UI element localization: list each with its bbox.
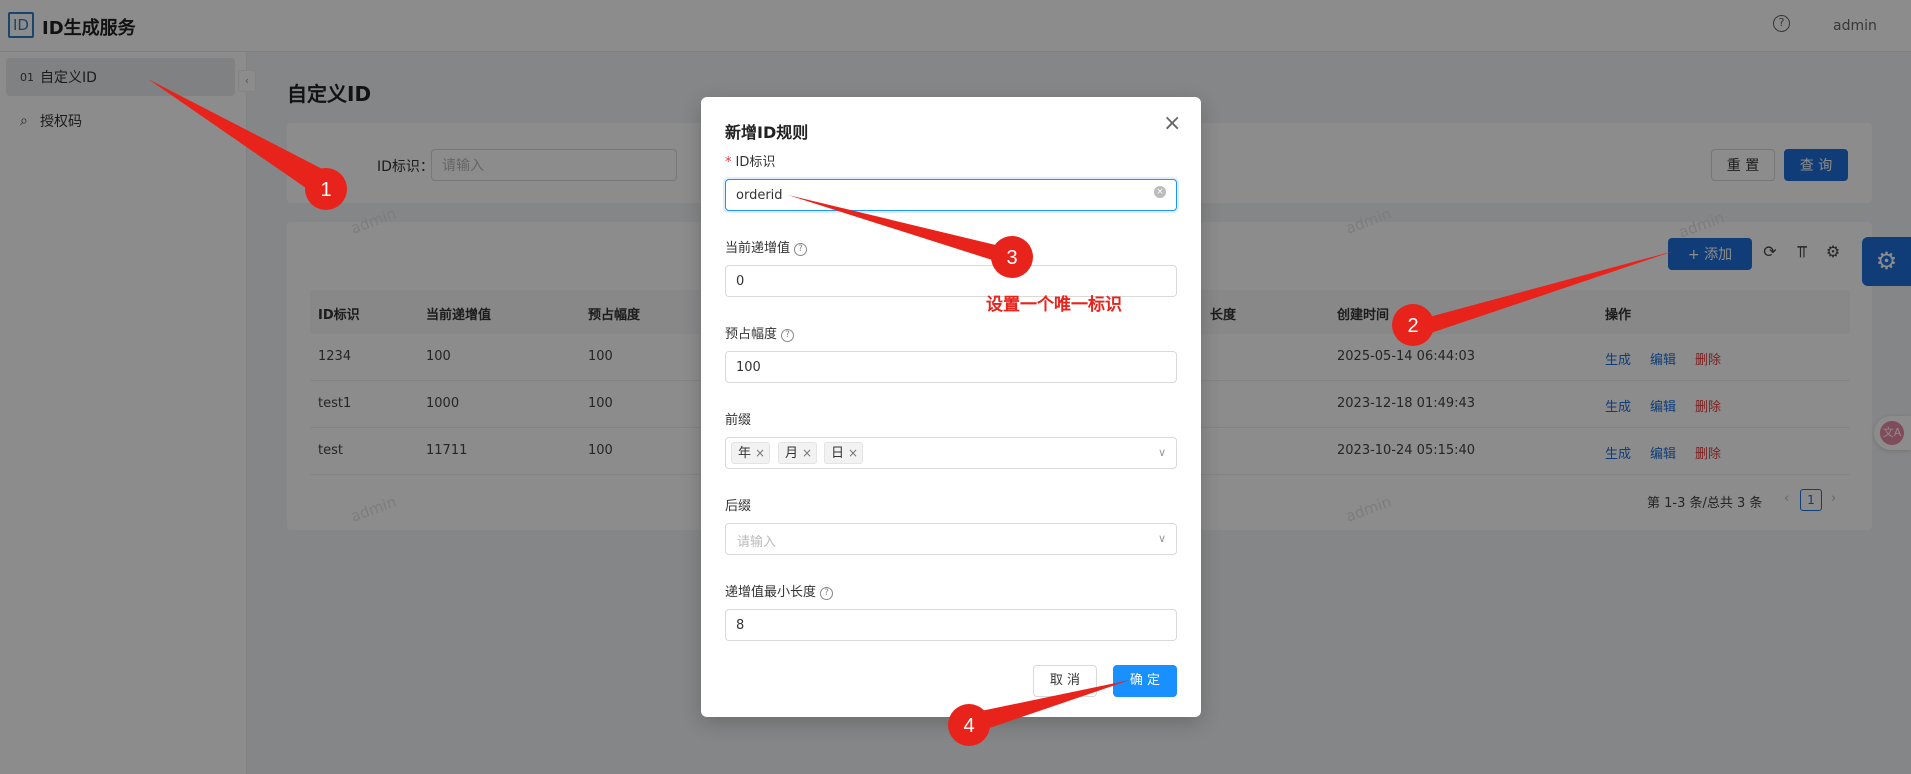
question-icon[interactable]: ?: [781, 329, 795, 342]
dialog-title: 新增ID规则: [725, 123, 809, 142]
min-length-input[interactable]: [725, 609, 1177, 641]
field-label-prefix: 前缀: [725, 413, 752, 428]
cancel-button[interactable]: 取 消: [1033, 665, 1097, 697]
suffix-placeholder: 请输入: [737, 535, 777, 550]
tag-close-icon[interactable]: ×: [848, 446, 858, 460]
field-label-suffix: 后缀: [725, 499, 752, 514]
prefix-select[interactable]: 年 × 月 × 日 × ∨: [725, 437, 1177, 469]
add-id-rule-dialog: 新增ID规则 × *ID标识 × 当前递增值? 预占幅度? 前缀 年× 月× 日…: [701, 97, 1201, 717]
prefix-tag: 月 ×: [778, 442, 818, 464]
question-icon[interactable]: ?: [820, 587, 834, 600]
field-label-current: 当前递增值?: [725, 237, 808, 256]
question-icon[interactable]: ?: [794, 243, 808, 256]
field-label-minlen: 递增值最小长度?: [725, 581, 834, 600]
clear-icon[interactable]: ×: [1154, 186, 1166, 198]
annotation-note: 设置一个唯一标识: [986, 295, 1122, 315]
chevron-down-icon: ∨: [1157, 446, 1166, 459]
reserve-range-input[interactable]: [725, 351, 1177, 383]
required-mark: *: [725, 155, 732, 170]
id-identifier-input[interactable]: [725, 179, 1177, 211]
chevron-down-icon: ∨: [1157, 532, 1166, 545]
tag-close-icon[interactable]: ×: [755, 446, 765, 460]
close-icon[interactable]: ×: [1163, 113, 1181, 135]
confirm-button[interactable]: 确 定: [1113, 665, 1177, 697]
field-label-id: * ID标识: [725, 155, 776, 170]
tag-close-icon[interactable]: ×: [802, 446, 812, 460]
prefix-tag: 年 ×: [731, 442, 771, 464]
prefix-tag: 日 ×: [824, 442, 864, 464]
field-label-reserve: 预占幅度?: [725, 323, 795, 342]
suffix-select[interactable]: 请输入 ∨: [725, 523, 1177, 555]
